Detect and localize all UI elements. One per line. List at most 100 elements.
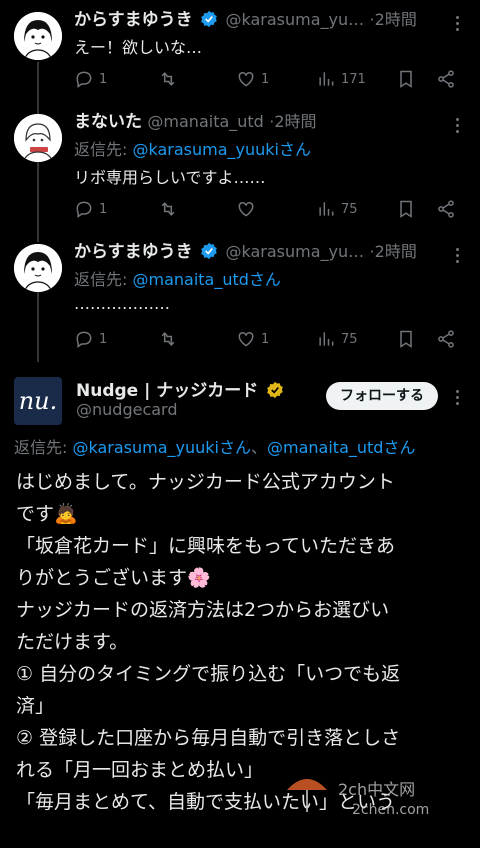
tweet-text: ……………… — [74, 294, 170, 313]
share-icon — [438, 200, 454, 218]
bookmark-button[interactable] — [396, 328, 416, 350]
follow-button[interactable]: フォローする — [326, 382, 438, 410]
verified-badge-icon — [201, 10, 217, 28]
watermark-text: 2ch中文网 — [338, 780, 416, 799]
reply-icon — [76, 71, 92, 88]
share-button[interactable] — [436, 198, 456, 220]
more-options-icon[interactable] — [456, 118, 462, 136]
tweet-actions: 1 75 — [74, 198, 460, 222]
retweet-icon — [161, 332, 175, 346]
timestamp[interactable]: 2時間 — [274, 112, 316, 131]
tweet-line: ① 自分のタイミングで振り込む「いつでも返 — [16, 663, 401, 685]
like-button[interactable]: 1 — [236, 68, 269, 90]
reply-button[interactable]: 1 — [74, 198, 107, 220]
more-options-icon[interactable] — [456, 248, 462, 266]
display-name-row: Nudge | ナッジカード — [76, 376, 286, 401]
views-icon — [319, 72, 334, 86]
views-icon — [319, 332, 334, 346]
tweet-line: ナッジカードの返済方法は2つからお選びい — [16, 599, 390, 621]
handle[interactable]: @nudgecard — [76, 400, 178, 419]
handle[interactable]: @manaita_utd — [147, 112, 263, 131]
reply-count: 1 — [99, 201, 108, 217]
tweet[interactable]: からすまゆうき @karasuma_yu… ·2時間 返信先: @manaita… — [0, 240, 480, 364]
tweet-text: えー！欲しいな… — [74, 38, 203, 57]
retweet-button[interactable] — [158, 328, 178, 350]
view-count: 75 — [341, 331, 358, 347]
tweet-body: はじめまして。ナッジカード公式アカウント です🙇 「坂倉花カード」に興味をもって… — [16, 466, 466, 818]
tweet-header: まないた @manaita_utd ·2時間 — [74, 110, 450, 134]
avatar[interactable] — [14, 12, 62, 60]
retweet-button[interactable] — [158, 198, 178, 220]
reply-icon — [76, 331, 92, 348]
tweet-line: りがとうございます🌸 — [16, 567, 211, 589]
heart-icon — [238, 331, 254, 347]
reply-mention-link[interactable]: @karasuma_yuukiさん — [72, 438, 251, 457]
views-button[interactable]: 171 — [316, 68, 366, 90]
reply-mention-link[interactable]: @karasuma_yuukiさん — [132, 140, 311, 159]
tweet-actions: 1 1 75 — [74, 328, 460, 352]
tweet-line: ② 登録した口座から毎月自動で引き落としさ — [16, 727, 401, 749]
more-options-icon[interactable] — [456, 16, 462, 34]
avatar[interactable] — [14, 114, 62, 162]
like-count: 1 — [261, 71, 270, 87]
tweet-line: 「坂倉花カード」に興味をもっていただきあ — [16, 535, 396, 557]
tweet[interactable]: からすまゆうき @karasuma_yu… ·2時間 えー！欲しいな… 1 1 … — [0, 8, 480, 108]
handle[interactable]: @karasuma_yu… — [225, 242, 364, 261]
display-name[interactable]: Nudge | ナッジカード — [76, 381, 258, 401]
reply-to: 返信先: @karasuma_yuukiさん、@manaita_utdさん — [14, 434, 415, 458]
reply-to-label: 返信先: — [74, 140, 133, 159]
bookmark-icon — [400, 70, 412, 88]
bookmark-button[interactable] — [396, 68, 416, 90]
tweet[interactable]: まないた @manaita_utd ·2時間 返信先: @karasuma_yu… — [0, 110, 480, 230]
tweet-line: はじめまして。ナッジカード公式アカウント — [16, 471, 395, 493]
reply-button[interactable]: 1 — [74, 68, 107, 90]
retweet-icon — [161, 202, 175, 216]
reply-icon — [76, 201, 92, 218]
views-button[interactable]: 75 — [316, 198, 358, 220]
views-button[interactable]: 75 — [316, 328, 358, 350]
share-button[interactable] — [436, 68, 456, 90]
bookmark-icon — [400, 200, 412, 218]
reply-count: 1 — [99, 71, 108, 87]
heart-icon — [238, 71, 254, 87]
more-options-icon[interactable] — [456, 390, 462, 408]
bookmark-icon — [400, 330, 412, 348]
watermark-url: 2chen.com — [352, 802, 430, 818]
share-button[interactable] — [436, 328, 456, 350]
timestamp[interactable]: 2時間 — [375, 242, 417, 261]
retweet-button[interactable] — [158, 68, 178, 90]
avatar[interactable] — [14, 244, 62, 292]
watermark: 2ch中文网 2chen.com — [282, 768, 452, 828]
tweet-line: ただけます。 — [16, 631, 129, 653]
reply-to: 返信先: @manaita_utdさん — [74, 266, 281, 290]
view-count: 75 — [341, 201, 358, 217]
share-icon — [438, 70, 454, 88]
retweet-icon — [161, 72, 175, 86]
reply-to-label: 返信先: — [14, 438, 73, 457]
reply-count: 1 — [99, 331, 108, 347]
share-icon — [438, 330, 454, 348]
umbrella-icon — [287, 779, 327, 812]
like-button[interactable]: 1 — [236, 328, 269, 350]
reply-mention-link[interactable]: @manaita_utdさん — [267, 438, 415, 457]
tweet-header: からすまゆうき @karasuma_yu… ·2時間 — [74, 8, 450, 32]
display-name[interactable]: まないた — [74, 112, 142, 132]
display-name[interactable]: からすまゆうき — [74, 10, 193, 30]
gold-verified-badge-icon — [267, 381, 283, 399]
display-name[interactable]: からすまゆうき — [74, 242, 193, 262]
view-count: 171 — [341, 71, 366, 87]
reply-mention-link[interactable]: @manaita_utdさん — [132, 270, 280, 289]
tweet-line: 済」 — [16, 695, 55, 717]
like-button[interactable] — [236, 198, 256, 220]
bookmark-button[interactable] — [396, 198, 416, 220]
views-icon — [319, 202, 334, 216]
reply-button[interactable]: 1 — [74, 328, 107, 350]
reply-to-label: 返信先: — [74, 270, 133, 289]
tweet-actions: 1 1 171 — [74, 68, 460, 92]
tweet-line: です🙇 — [16, 503, 78, 525]
handle[interactable]: @karasuma_yu… — [225, 10, 364, 29]
tweet-text: リボ専用らしいですよ…… — [74, 168, 266, 187]
timestamp[interactable]: 2時間 — [375, 10, 417, 29]
verified-badge-icon — [201, 242, 217, 260]
like-count: 1 — [261, 331, 270, 347]
